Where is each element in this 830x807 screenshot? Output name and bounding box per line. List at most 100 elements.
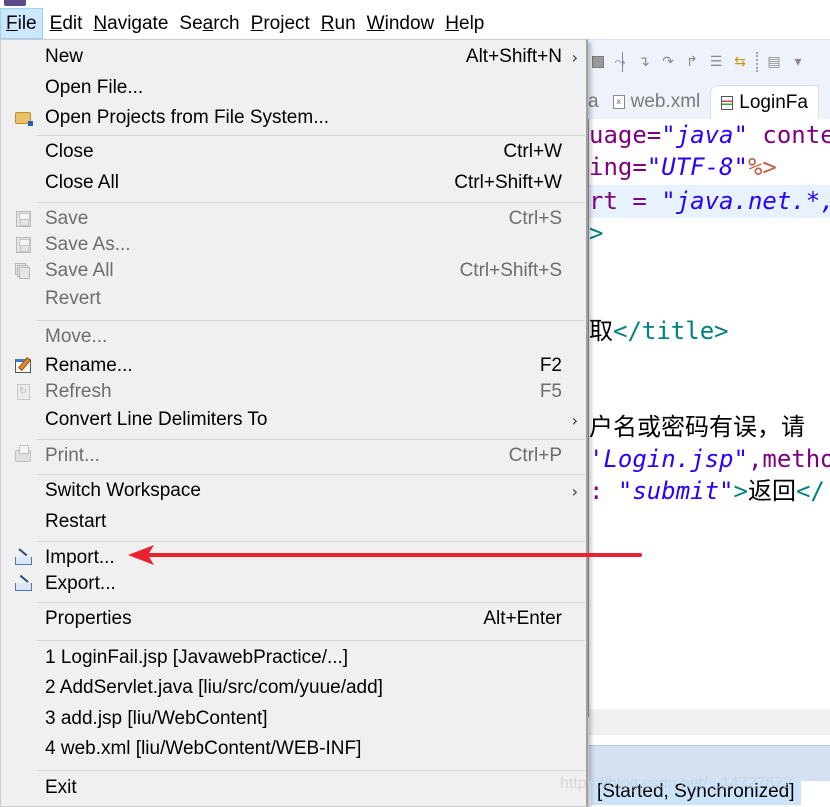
code-token: </ bbox=[795, 477, 825, 505]
code-token: : bbox=[589, 477, 618, 505]
menu-run[interactable]: Run bbox=[317, 8, 360, 39]
menu-bar: File Edit Navigate Search Project Run Window He… bbox=[0, 8, 830, 39]
menu-help[interactable]: Help bbox=[441, 8, 488, 39]
menu-item-label: Revert bbox=[45, 288, 101, 309]
menu-separator bbox=[37, 135, 585, 136]
menu-label-rest: roject bbox=[263, 13, 310, 34]
menu-item-open-projects-from-file-system[interactable]: Open Projects from File System... bbox=[1, 104, 587, 132]
menu-item-2-addservlet-java[interactable]: 2 AddServlet.java [liu/src/com/yuue/add] bbox=[1, 674, 587, 702]
window-title-strip bbox=[0, 0, 830, 8]
menu-separator bbox=[37, 602, 585, 603]
menu-item-shortcut: Ctrl+Shift+S bbox=[459, 260, 562, 281]
menu-mnemonic: P bbox=[250, 13, 264, 34]
menu-item-save-as: Save As... bbox=[1, 231, 587, 259]
menu-item-exit[interactable]: Exit bbox=[1, 774, 587, 802]
menu-mnemonic: R bbox=[320, 13, 335, 34]
menu-item-switch-workspace[interactable]: Switch Workspace › bbox=[1, 477, 587, 505]
new-java-class-icon[interactable]: ▤ bbox=[766, 54, 782, 70]
menu-item-label: Open File... bbox=[45, 77, 144, 98]
terminate-icon[interactable] bbox=[592, 55, 604, 68]
menu-mnemonic: a bbox=[202, 13, 214, 34]
code-token: > bbox=[733, 477, 748, 505]
file-menu-dropdown: New Alt+Shift+N › Open File... Open Projects… bbox=[0, 39, 588, 807]
code-line: 取</title> bbox=[589, 315, 830, 348]
menu-item-1-loginfail-jsp[interactable]: 1 LoginFail.jsp [JavawebPractice/...] bbox=[1, 644, 587, 672]
code-line: > bbox=[589, 217, 830, 250]
code-line: 'Login.jsp",metho bbox=[589, 443, 830, 476]
export-icon bbox=[14, 575, 32, 593]
menu-separator bbox=[37, 320, 585, 321]
chevron-right-icon: › bbox=[571, 410, 578, 430]
menu-item-4-web-xml[interactable]: 4 web.xml [liu/WebContent/WEB-INF] bbox=[1, 735, 587, 763]
menu-item-restart[interactable]: Restart bbox=[1, 508, 587, 536]
menu-item-label: Convert Line Delimiters To bbox=[45, 409, 268, 430]
menu-item-revert: Revert bbox=[1, 285, 587, 313]
code-token: 返回 bbox=[747, 477, 796, 505]
menu-item-shortcut: Ctrl+W bbox=[503, 141, 562, 162]
code-token: </title> bbox=[613, 317, 729, 345]
menu-navigate[interactable]: Navigate bbox=[89, 8, 172, 39]
drop-to-frame-icon[interactable]: ☰ bbox=[708, 54, 724, 70]
use-step-filters-icon[interactable]: ⇆ bbox=[732, 54, 748, 70]
menu-item-open-file[interactable]: Open File... bbox=[1, 74, 587, 102]
menu-item-move: Move... bbox=[1, 323, 587, 351]
menu-item-label: 4 web.xml [liu/WebContent/WEB-INF] bbox=[45, 738, 362, 759]
toolbar-separator bbox=[756, 51, 758, 72]
main-toolbar: ⤳ ↴ ↷ ↱ ☰ ⇆ ▤ ▾ bbox=[586, 39, 830, 83]
menu-edit[interactable]: Edit bbox=[46, 8, 87, 39]
menu-separator bbox=[37, 202, 585, 203]
ide-background: ⤳ ↴ ↷ ↱ ☰ ⇆ ▤ ▾ a x web.xml LoginFa uage=… bbox=[586, 39, 830, 807]
menu-search[interactable]: Search bbox=[175, 8, 243, 39]
menu-item-shortcut: Ctrl+P bbox=[508, 445, 562, 466]
menu-item-convert-line-delimiters-to[interactable]: Convert Line Delimiters To › bbox=[1, 406, 587, 434]
menu-separator bbox=[37, 770, 585, 771]
code-line: ing="UTF-8"%> bbox=[589, 151, 830, 184]
menu-mnemonic: N bbox=[93, 13, 108, 34]
chevron-down-icon[interactable]: ▾ bbox=[790, 54, 806, 70]
menu-item-label: Rename... bbox=[45, 355, 133, 376]
menu-window[interactable]: Window bbox=[363, 8, 439, 39]
menu-item-shortcut: Alt+Shift+N bbox=[465, 46, 562, 67]
tab-web-xml[interactable]: x web.xml bbox=[603, 85, 711, 119]
menu-item-export[interactable]: Export... bbox=[1, 570, 587, 598]
code-token: > bbox=[589, 219, 604, 247]
menu-item-label: Save As... bbox=[45, 234, 131, 255]
menu-project[interactable]: Project bbox=[247, 8, 314, 39]
menu-item-rename[interactable]: Rename... F2 bbox=[1, 352, 587, 380]
print-icon bbox=[14, 445, 32, 465]
code-token: "java" bbox=[661, 121, 748, 149]
menu-item-properties[interactable]: Properties Alt+Enter bbox=[1, 605, 587, 633]
menu-item-label: Open Projects from File System... bbox=[45, 107, 330, 128]
menu-label-rest: ile bbox=[17, 13, 37, 34]
menu-item-close-all[interactable]: Close All Ctrl+Shift+W bbox=[1, 169, 587, 197]
menu-item-3-add-jsp[interactable]: 3 add.jsp [liu/WebContent] bbox=[1, 705, 587, 733]
menu-item-shortcut: Alt+Enter bbox=[483, 608, 562, 629]
code-editor[interactable]: uage="java" conte ing="UTF-8"%> rt = "java… bbox=[586, 119, 830, 717]
code-line: 户名或密码有误，请 bbox=[589, 411, 830, 444]
code-token: 取 bbox=[589, 317, 613, 345]
step-return-icon[interactable]: ↱ bbox=[684, 54, 700, 70]
save-icon bbox=[14, 210, 32, 228]
menu-label-rest: dit bbox=[62, 13, 83, 34]
menu-item-label: 3 add.jsp [liu/WebContent] bbox=[45, 708, 268, 729]
menu-item-close[interactable]: Close Ctrl+W bbox=[1, 138, 587, 166]
menu-item-shortcut: F2 bbox=[539, 355, 562, 376]
menu-item-label: Restart bbox=[45, 511, 107, 532]
tab-partial[interactable]: a bbox=[586, 85, 603, 119]
disconnect-icon[interactable]: ⤳ bbox=[612, 54, 628, 70]
menu-item-label: 1 LoginFail.jsp [JavawebPractice/...] bbox=[45, 647, 349, 668]
menu-separator bbox=[37, 439, 585, 440]
menu-label-rest: rch bbox=[213, 13, 240, 34]
menu-separator bbox=[37, 640, 585, 641]
menu-file[interactable]: File bbox=[0, 8, 43, 39]
code-token: ,metho bbox=[747, 445, 830, 473]
jsp-file-icon bbox=[721, 95, 734, 110]
step-into-icon[interactable]: ↴ bbox=[636, 54, 652, 70]
step-over-icon[interactable]: ↷ bbox=[660, 54, 676, 70]
menu-mnemonic: H bbox=[445, 13, 459, 34]
code-token: 户名或密码有误，请 bbox=[589, 413, 805, 441]
code-line: rt = "java.net.*, bbox=[589, 185, 830, 218]
menu-item-new[interactable]: New Alt+Shift+N › bbox=[1, 43, 587, 71]
tab-loginfail-jsp[interactable]: LoginFa bbox=[710, 85, 819, 119]
code-token: "submit" bbox=[617, 477, 734, 505]
